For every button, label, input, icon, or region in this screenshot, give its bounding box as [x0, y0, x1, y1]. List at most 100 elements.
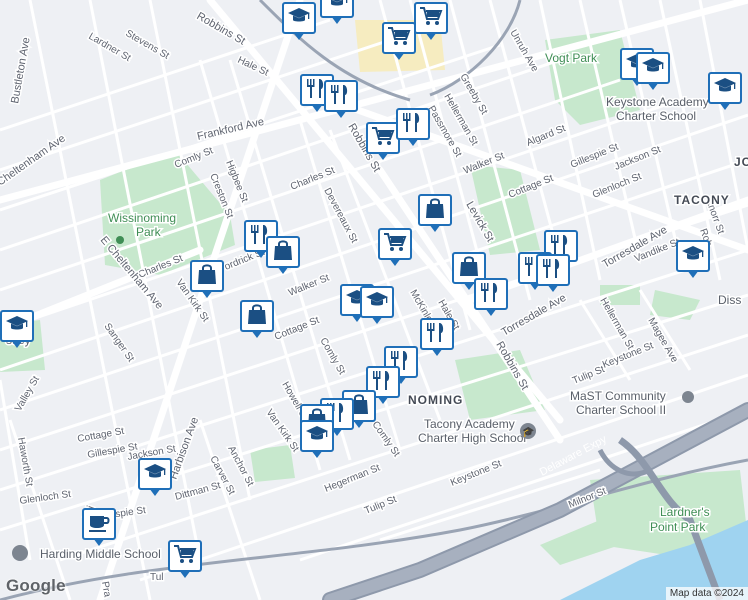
shopping-marker[interactable] — [418, 194, 452, 234]
school-marker-pin[interactable] — [360, 286, 394, 318]
grocery-marker-pin[interactable] — [378, 228, 412, 260]
marker-pointer — [179, 570, 191, 578]
cafe-marker[interactable] — [82, 508, 116, 548]
school-marker-pin[interactable] — [138, 458, 172, 490]
restaurant-marker-pin[interactable] — [396, 108, 430, 140]
cafe-icon — [87, 511, 111, 538]
school-marker-pin[interactable] — [636, 52, 670, 84]
restaurant-icon — [541, 257, 565, 284]
restaurant-marker[interactable] — [474, 278, 508, 318]
grocery-marker-pin[interactable] — [366, 122, 400, 154]
school-marker[interactable] — [0, 310, 34, 350]
restaurant-icon — [479, 281, 503, 308]
school-marker[interactable] — [636, 52, 670, 92]
poi-label-keystone-1: Keystone Academy — [606, 95, 709, 109]
marker-pointer — [311, 450, 323, 458]
school-icon — [325, 0, 349, 16]
marker-pointer — [389, 258, 401, 266]
school-icon — [365, 289, 389, 316]
grocery-marker-pin[interactable] — [414, 2, 448, 34]
school-marker[interactable] — [708, 72, 742, 112]
marker-pointer — [547, 284, 559, 292]
park-label-wissinoming-2: Park — [136, 225, 162, 239]
mast-dot[interactable] — [682, 391, 694, 403]
shopping-marker-pin[interactable] — [240, 300, 274, 332]
shopping-icon — [245, 303, 269, 330]
grocery-marker-pin[interactable] — [382, 22, 416, 54]
school-icon — [681, 243, 705, 270]
shopping-marker[interactable] — [240, 300, 274, 340]
grocery-icon — [387, 25, 411, 52]
marker-pointer — [377, 396, 389, 404]
school-marker[interactable] — [360, 286, 394, 326]
marker-pointer — [277, 266, 289, 274]
shopping-icon — [423, 197, 447, 224]
school-marker[interactable] — [300, 420, 334, 460]
poi-label-tacony-2: Charter High School — [418, 431, 526, 445]
area-label-diss: Diss — [718, 293, 741, 307]
grocery-marker[interactable] — [366, 122, 400, 162]
school-icon — [641, 55, 665, 82]
shopping-marker-pin[interactable] — [190, 260, 224, 292]
park-label-lardners-2: Point Park — [650, 520, 706, 534]
grocery-marker[interactable] — [414, 2, 448, 42]
marker-pointer — [431, 348, 443, 356]
restaurant-marker[interactable] — [420, 318, 454, 358]
school-marker-pin[interactable] — [300, 420, 334, 452]
restaurant-icon — [329, 83, 353, 110]
street-label-tul: Tul — [150, 572, 164, 583]
restaurant-marker[interactable] — [396, 108, 430, 148]
marker-pointer — [11, 340, 23, 348]
grocery-marker[interactable] — [378, 228, 412, 268]
school-marker[interactable] — [320, 0, 354, 26]
area-label-tacony: TACONY — [674, 193, 730, 207]
poi-label-harding: Harding Middle School — [40, 547, 161, 561]
grocery-marker-pin[interactable] — [168, 540, 202, 572]
marker-pointer — [377, 152, 389, 160]
shopping-marker[interactable] — [190, 260, 224, 300]
school-marker-pin[interactable] — [708, 72, 742, 104]
restaurant-icon — [401, 111, 425, 138]
school-marker[interactable] — [676, 240, 710, 280]
restaurant-marker-pin[interactable] — [324, 80, 358, 112]
cafe-marker-pin[interactable] — [82, 508, 116, 540]
harding-dot[interactable] — [12, 545, 28, 561]
school-marker[interactable] — [138, 458, 172, 498]
grocery-marker[interactable] — [382, 22, 416, 62]
park-label-wissinoming-1: Wissinoming — [108, 211, 176, 225]
marker-pointer — [407, 138, 419, 146]
school-marker-pin[interactable] — [676, 240, 710, 272]
restaurant-marker-pin[interactable] — [474, 278, 508, 310]
poi-label-mast-1: MaST Community — [570, 389, 666, 403]
poi-label-tacony-1: Tacony Academy — [424, 417, 515, 431]
marker-pointer — [293, 32, 305, 40]
marker-pointer — [149, 488, 161, 496]
marker-pointer — [393, 52, 405, 60]
marker-pointer — [425, 32, 437, 40]
restaurant-marker-pin[interactable] — [420, 318, 454, 350]
school-marker-pin[interactable] — [0, 310, 34, 342]
shopping-marker-pin[interactable] — [418, 194, 452, 226]
shopping-marker-pin[interactable] — [266, 236, 300, 268]
school-marker-pin[interactable] — [282, 2, 316, 34]
restaurant-marker-pin[interactable] — [536, 254, 570, 286]
school-marker[interactable] — [282, 2, 316, 42]
shopping-marker[interactable] — [266, 236, 300, 276]
grocery-icon — [419, 5, 443, 32]
marker-pointer — [371, 316, 383, 324]
marker-pointer — [429, 224, 441, 232]
area-label-jc: JC — [734, 155, 748, 169]
google-logo: Google — [6, 576, 66, 595]
park-label-vogt: Vogt Park — [545, 51, 598, 65]
marker-pointer — [687, 270, 699, 278]
area-label-wissinoming: NOMING — [408, 393, 463, 407]
school-icon — [305, 423, 329, 450]
marker-pointer — [353, 420, 365, 428]
restaurant-marker[interactable] — [324, 80, 358, 120]
park-label-lardners-1: Lardner's — [660, 505, 710, 519]
school-dot-icon: 🎓 — [522, 426, 534, 438]
map-data-credit[interactable]: Map data ©2024 — [665, 587, 748, 600]
grocery-marker[interactable] — [168, 540, 202, 580]
grocery-icon — [383, 231, 407, 258]
restaurant-marker[interactable] — [536, 254, 570, 294]
